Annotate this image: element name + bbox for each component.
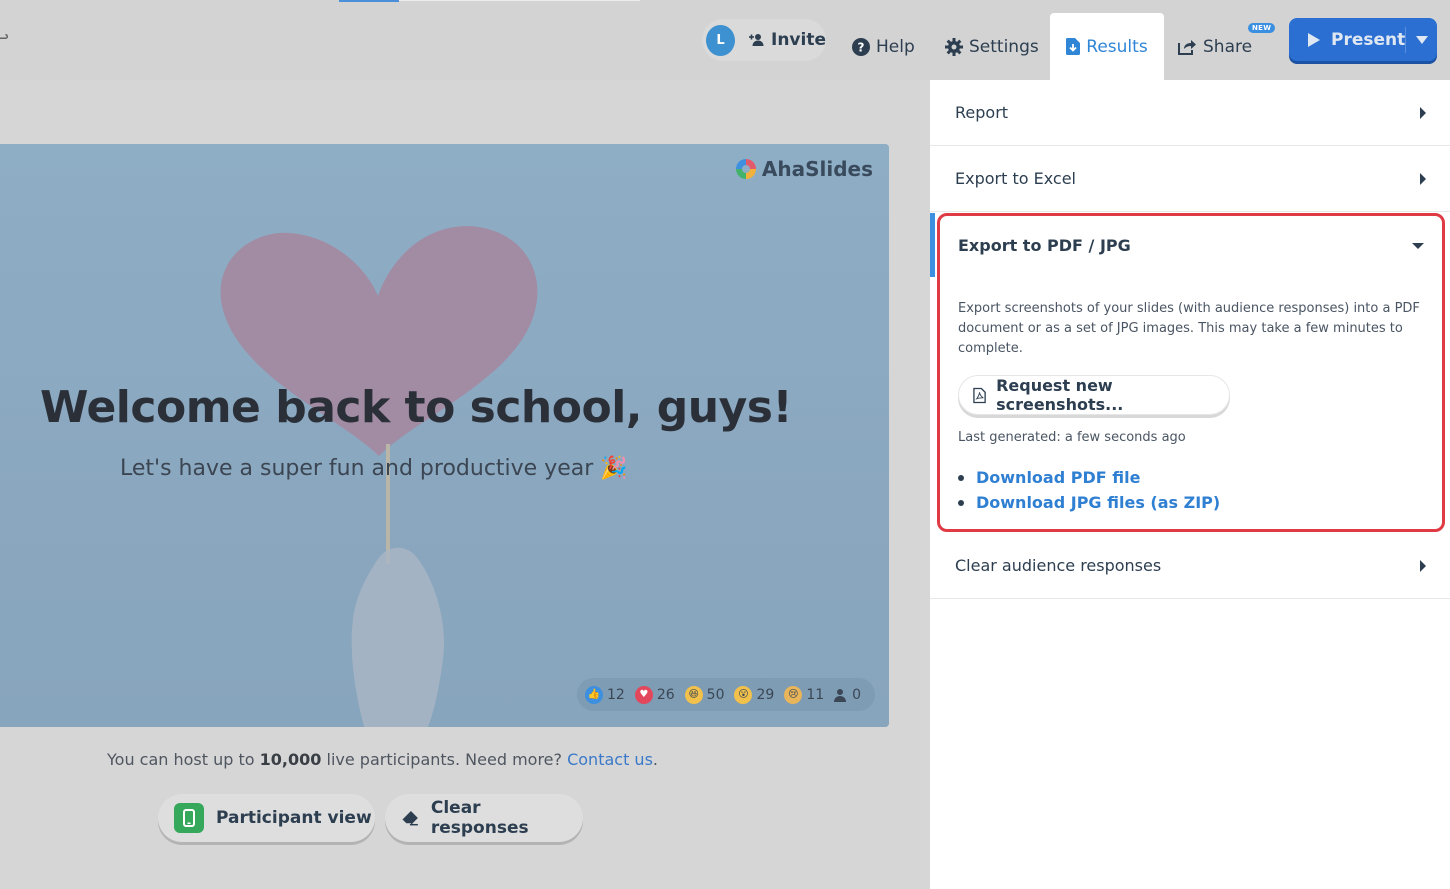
progress-track: [399, 0, 640, 1]
export-pdf-title[interactable]: Export to PDF / JPG: [958, 236, 1131, 255]
svg-text:?: ?: [858, 40, 865, 54]
reaction-count: 26: [656, 686, 675, 703]
help-label: Help: [876, 36, 915, 57]
accordion-export-excel[interactable]: Export to Excel: [930, 146, 1450, 212]
reaction-count: 0: [852, 686, 862, 703]
help-icon: ?: [852, 37, 870, 56]
invite-pill: L Invite: [702, 19, 826, 61]
brand-logo: AhaSlides: [735, 157, 873, 181]
caret-right-icon: [1420, 559, 1426, 572]
help-button[interactable]: ? Help: [852, 13, 915, 80]
pdf-file-icon: [973, 387, 986, 403]
results-panel: Report Export to Excel Export to PDF / J…: [930, 80, 1450, 889]
hand-image: [351, 547, 444, 727]
host-limit-text: You can host up to 10,000 live participa…: [107, 750, 658, 769]
slide-subtitle: Let's have a super fun and productive ye…: [120, 456, 628, 481]
reaction-sad: 😢 11: [784, 685, 825, 704]
results-label: Results: [1086, 36, 1148, 57]
chevron-down-icon: [1415, 35, 1428, 44]
present-button: Present: [1289, 18, 1437, 61]
export-excel-label: Export to Excel: [955, 169, 1076, 188]
present-main-button[interactable]: Present: [1289, 30, 1405, 50]
reaction-count: 29: [756, 686, 775, 703]
reaction-surprised: 😮 29: [734, 685, 775, 704]
play-icon: [1308, 32, 1320, 47]
accordion-clear-audience[interactable]: Clear audience responses: [930, 533, 1450, 599]
contact-us-link[interactable]: Contact us: [567, 750, 653, 769]
settings-button[interactable]: Settings: [945, 13, 1039, 80]
share-icon: [1178, 40, 1196, 55]
reaction-count: 12: [607, 686, 625, 703]
settings-label: Settings: [969, 36, 1039, 57]
slide-title: Welcome back to school, guys!: [40, 382, 793, 433]
clear-audience-label: Clear audience responses: [955, 556, 1162, 575]
request-screenshots-button[interactable]: Request new screenshots...: [958, 375, 1230, 415]
sad-icon: 😢: [784, 685, 803, 704]
active-indicator: [930, 213, 935, 277]
download-pdf-link[interactable]: Download PDF file: [976, 468, 1140, 487]
gear-icon: [945, 37, 963, 56]
download-jpg-link[interactable]: Download JPG files (as ZIP): [976, 493, 1220, 512]
accordion-report[interactable]: Report: [930, 80, 1450, 146]
avatar[interactable]: L: [706, 24, 735, 56]
reaction-heart: ♥ 26: [634, 685, 675, 704]
ahaslides-logo-icon: [735, 159, 756, 179]
host-prefix: You can host up to: [107, 750, 260, 769]
invite-button[interactable]: Invite: [749, 30, 826, 50]
caret-right-icon: [1420, 172, 1426, 185]
clear-responses-label: Clear responses: [430, 798, 529, 838]
heart-icon: ♥: [634, 685, 653, 704]
share-label: Share: [1203, 36, 1253, 57]
reactions-bar: 👍 12 ♥ 26 😆 50 😮 29 😢 11 0: [577, 678, 875, 711]
caret-right-icon: [1420, 106, 1426, 119]
eraser-icon: [401, 811, 418, 826]
tab-results[interactable]: Results: [1050, 13, 1164, 80]
brand-name: AhaSlides: [761, 157, 873, 181]
present-label: Present: [1331, 29, 1406, 50]
reaction-count: 50: [706, 686, 725, 703]
add-user-icon: [749, 34, 764, 46]
host-suffix: .: [652, 750, 658, 769]
list-item: Download PDF file: [958, 465, 1220, 490]
list-item: Download JPG files (as ZIP): [958, 490, 1220, 515]
export-pdf-description: Export screenshots of your slides (with …: [958, 301, 1420, 356]
present-dropdown[interactable]: [1406, 35, 1437, 44]
participant-view-button[interactable]: Participant view: [158, 794, 375, 842]
progress-indicator: [339, 0, 399, 2]
participants-icon: [834, 688, 847, 702]
host-limit: 10,000: [259, 750, 322, 769]
invite-label: Invite: [771, 30, 826, 50]
reaction-like: 👍 12: [585, 685, 625, 704]
main-area: AhaSlides Welcome back to school, guys! …: [0, 80, 930, 889]
laugh-icon: 😆: [684, 685, 703, 704]
accordion-export-pdf: Export to PDF / JPG Export screenshots o…: [937, 213, 1445, 532]
host-middle: live participants. Need more?: [321, 750, 568, 769]
reaction-laugh: 😆 50: [684, 685, 725, 704]
last-generated-text: Last generated: a few seconds ago: [958, 430, 1186, 445]
share-button[interactable]: Share: [1178, 13, 1252, 80]
top-toolbar: ↩ L Invite ? Help Settings Results Share…: [0, 0, 1450, 80]
download-list: Download PDF file Download JPG files (as…: [958, 465, 1220, 515]
clear-responses-button[interactable]: Clear responses: [385, 794, 583, 842]
reaction-count: 11: [806, 686, 825, 703]
caret-down-icon[interactable]: [1412, 243, 1424, 249]
bullet: [958, 499, 964, 506]
participant-view-label: Participant view: [216, 808, 372, 828]
surprised-icon: 😮: [734, 685, 753, 704]
back-arrow-icon[interactable]: ↩: [0, 28, 9, 49]
report-label: Report: [955, 103, 1009, 122]
download-doc-icon: [1066, 38, 1081, 55]
phone-icon: [174, 803, 204, 833]
new-badge: NEW: [1248, 23, 1276, 33]
reaction-participants: 0: [834, 687, 861, 703]
slide-preview: AhaSlides Welcome back to school, guys! …: [0, 144, 889, 727]
bullet: [958, 474, 964, 481]
thumbs-up-icon: 👍: [585, 685, 603, 704]
request-screenshots-label: Request new screenshots...: [996, 376, 1124, 414]
